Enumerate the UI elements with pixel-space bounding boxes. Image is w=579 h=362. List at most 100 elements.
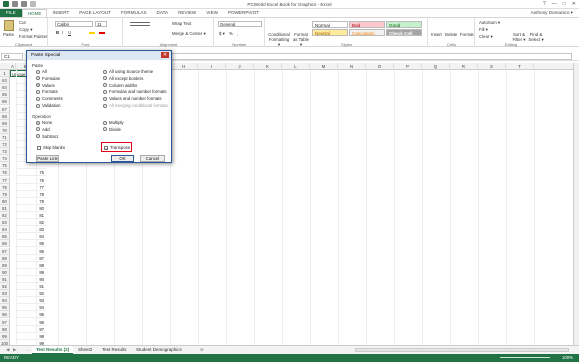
zoom-slider[interactable] bbox=[500, 357, 550, 358]
style-calculation[interactable]: Calculation bbox=[349, 29, 385, 36]
format-painter-button[interactable]: Format Painter bbox=[19, 34, 47, 39]
grid-cell[interactable]: 82 bbox=[16, 219, 46, 227]
row-header[interactable]: 94 bbox=[0, 297, 10, 305]
format-cells-button[interactable]: Format bbox=[460, 32, 474, 37]
horizontal-scrollbar[interactable] bbox=[355, 348, 569, 352]
add-sheet-icon[interactable]: ⊕ bbox=[196, 346, 208, 354]
grid-cell[interactable]: 93 bbox=[16, 297, 46, 305]
radio-icon[interactable] bbox=[103, 76, 107, 81]
sheet-tab-sheet2[interactable]: Sheet2 bbox=[74, 346, 96, 354]
paste-link-button[interactable]: Paste Link bbox=[36, 155, 59, 162]
operation-option[interactable]: Subtract bbox=[36, 134, 58, 139]
grid-cell[interactable]: 92 bbox=[16, 290, 46, 298]
font-size-select[interactable]: 11 bbox=[95, 21, 107, 27]
cancel-button[interactable]: Cancel bbox=[140, 155, 165, 162]
tab-home[interactable]: HOME bbox=[21, 9, 48, 17]
cut-button[interactable]: Cut bbox=[19, 20, 26, 25]
column-header[interactable]: K bbox=[254, 63, 282, 70]
row-header[interactable]: 76 bbox=[0, 169, 10, 177]
tab-data[interactable]: DATA bbox=[152, 9, 174, 17]
radio-icon[interactable] bbox=[103, 83, 107, 88]
maximize-icon[interactable]: □ bbox=[563, 1, 566, 7]
paste-option[interactable]: Formulas bbox=[36, 76, 60, 81]
column-header[interactable]: O bbox=[366, 63, 394, 70]
insert-cells-button[interactable]: Insert bbox=[431, 32, 442, 37]
column-header[interactable]: N bbox=[338, 63, 366, 70]
minimize-icon[interactable]: — bbox=[552, 1, 557, 7]
row-header[interactable]: 88 bbox=[0, 254, 10, 262]
row-header[interactable]: 98 bbox=[0, 325, 10, 333]
grid-cell[interactable]: 76 bbox=[16, 177, 46, 184]
zoom-level[interactable]: 100% bbox=[562, 354, 573, 362]
style-bad[interactable]: Bad bbox=[349, 21, 385, 28]
sheet-tab-test-results[interactable]: Test Results bbox=[98, 346, 131, 354]
tab-review[interactable]: REVIEW bbox=[173, 9, 201, 17]
ok-button[interactable]: OK bbox=[111, 155, 134, 162]
grid-cell[interactable]: 77 bbox=[16, 184, 46, 191]
paste-button[interactable]: Paste bbox=[3, 32, 14, 37]
grid-cell[interactable]: 90 bbox=[16, 276, 46, 283]
radio-icon[interactable] bbox=[36, 96, 40, 101]
row-header[interactable]: 89 bbox=[0, 261, 10, 269]
row-header[interactable]: 85 bbox=[0, 233, 10, 241]
tab-powerpivot[interactable]: POWERPIVOT bbox=[223, 9, 264, 17]
style-normal[interactable]: Normal bbox=[312, 21, 348, 28]
grid-cell[interactable]: 80 bbox=[16, 205, 46, 212]
paste-option[interactable]: All except borders bbox=[103, 76, 143, 81]
grid-cell[interactable]: 86 bbox=[16, 248, 46, 255]
delete-cells-button[interactable]: Delete bbox=[445, 32, 457, 37]
row-header[interactable]: 77 bbox=[0, 176, 10, 184]
row-header[interactable]: 73 bbox=[0, 148, 10, 156]
italic-button[interactable]: I bbox=[62, 30, 63, 35]
fill-color-icon[interactable] bbox=[89, 32, 95, 34]
paste-option[interactable]: Values and number formats bbox=[103, 96, 161, 101]
operation-option[interactable]: Multiply bbox=[103, 120, 124, 125]
radio-icon[interactable] bbox=[103, 120, 107, 125]
row-header[interactable]: 63 bbox=[0, 77, 10, 85]
style-good[interactable]: Good bbox=[386, 21, 422, 28]
scroll-right-icon[interactable]: ▶ bbox=[9, 346, 20, 354]
row-header[interactable]: 91 bbox=[0, 275, 10, 283]
help-icon[interactable]: ? bbox=[543, 1, 546, 7]
skip-blanks-checkbox[interactable]: Skip blanks bbox=[37, 145, 65, 150]
currency-button[interactable]: $ ▾ bbox=[219, 31, 225, 37]
row-header[interactable]: 68 bbox=[0, 112, 10, 120]
row-header[interactable]: 71 bbox=[0, 133, 10, 141]
column-header[interactable]: L bbox=[282, 63, 310, 70]
column-header[interactable]: R bbox=[450, 63, 478, 70]
row-header[interactable]: 81 bbox=[0, 204, 10, 212]
tab-page-layout[interactable]: PAGE LAYOUT bbox=[74, 9, 116, 17]
underline-button[interactable]: U bbox=[68, 30, 71, 35]
column-header[interactable]: J bbox=[226, 63, 254, 70]
row-header[interactable]: 78 bbox=[0, 183, 10, 191]
clear-button[interactable]: Clear ▾ bbox=[479, 34, 493, 40]
merge-center-button[interactable]: Merge & Center ▾ bbox=[172, 31, 206, 37]
row-header[interactable]: 67 bbox=[0, 105, 10, 113]
operation-option[interactable]: None bbox=[36, 120, 52, 125]
paste-option[interactable]: All merging conditional formats bbox=[103, 103, 168, 108]
tab-view[interactable]: VIEW bbox=[201, 9, 223, 17]
style-check-cell[interactable]: Check Cell bbox=[386, 29, 422, 36]
column-header[interactable]: H bbox=[170, 63, 198, 70]
column-header[interactable]: I bbox=[198, 63, 226, 70]
radio-icon[interactable] bbox=[36, 127, 40, 132]
wrap-text-button[interactable]: Wrap Text bbox=[172, 21, 191, 26]
row-header[interactable]: 82 bbox=[0, 212, 10, 220]
radio-icon[interactable] bbox=[36, 69, 40, 74]
row-header[interactable]: 79 bbox=[0, 190, 10, 198]
radio-icon[interactable] bbox=[103, 89, 107, 94]
grid-cell[interactable]: 95 bbox=[16, 311, 46, 319]
paste-option[interactable]: All using Source theme bbox=[103, 69, 153, 74]
grid-cell[interactable]: 78 bbox=[16, 191, 46, 198]
row-header[interactable]: 84 bbox=[0, 226, 10, 234]
grid-cell[interactable]: 91 bbox=[16, 283, 46, 291]
column-header[interactable]: T bbox=[506, 63, 534, 70]
grid-cell[interactable]: 75 bbox=[16, 169, 46, 177]
tab-file[interactable]: FILE bbox=[0, 9, 22, 17]
copy-button[interactable]: Copy ▾ bbox=[19, 27, 32, 33]
grid-cell[interactable]: 81 bbox=[16, 212, 46, 220]
row-header[interactable]: 69 bbox=[0, 119, 10, 127]
radio-icon[interactable] bbox=[36, 83, 40, 88]
percent-button[interactable]: % bbox=[229, 31, 233, 36]
radio-icon[interactable] bbox=[103, 103, 107, 108]
